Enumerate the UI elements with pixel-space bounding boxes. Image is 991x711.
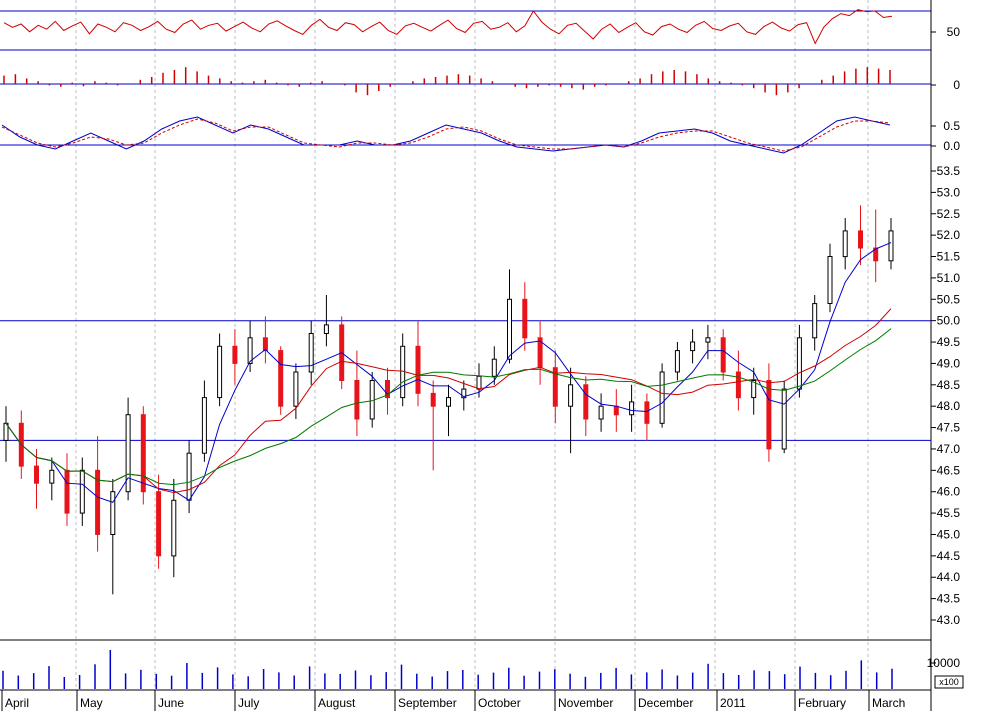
dual-line-oscillator-panel bbox=[1, 116, 891, 154]
candle-body-21 bbox=[323, 324, 329, 334]
osc2-tick-label-05: 0.5 bbox=[943, 119, 960, 133]
candle-body-4 bbox=[64, 469, 70, 514]
candle-body-45 bbox=[690, 341, 696, 352]
candle-body-20 bbox=[308, 333, 314, 373]
month-label-8: December bbox=[638, 696, 693, 710]
price-panel bbox=[0, 205, 931, 595]
price-tick-label-5: 51.0 bbox=[937, 271, 961, 285]
chart-canvas: 50 0 0.5 0.0 53.5 53.0 52.5 52.0 51.5 51.0 50.5 50.… bbox=[0, 0, 964, 711]
candle-body-42 bbox=[644, 401, 650, 424]
candle-body-44 bbox=[674, 350, 680, 373]
candle-body-3 bbox=[49, 469, 55, 484]
candle-body-13 bbox=[201, 397, 207, 454]
candle-body-15 bbox=[232, 345, 238, 364]
candle-body-7 bbox=[110, 491, 116, 536]
candle-body-46 bbox=[705, 337, 711, 343]
hist-tick-label: 0 bbox=[953, 78, 960, 92]
price-tick-label-16: 45.5 bbox=[937, 506, 961, 520]
candle-body-19 bbox=[293, 371, 299, 407]
price-tick-label-18: 44.5 bbox=[937, 549, 961, 563]
price-tick-label-13: 47.0 bbox=[937, 442, 961, 456]
month-label-7: November bbox=[558, 696, 613, 710]
price-tick-label-20: 43.5 bbox=[937, 592, 961, 606]
month-label-10: February bbox=[798, 696, 846, 710]
month-label-11: March bbox=[872, 696, 905, 710]
price-tick-label-6: 50.5 bbox=[937, 292, 961, 306]
month-label-3: July bbox=[238, 696, 259, 710]
candle-body-33 bbox=[507, 298, 512, 360]
panel-frames bbox=[0, 0, 932, 711]
candle-body-56 bbox=[858, 230, 863, 249]
top-oscillator-panel bbox=[3, 9, 893, 45]
month-label-4: August bbox=[318, 696, 356, 710]
candle-body-40 bbox=[613, 405, 619, 416]
month-label-2: June bbox=[158, 696, 184, 710]
price-tick-label-17: 45.0 bbox=[937, 527, 961, 541]
price-tick-label-2: 52.5 bbox=[937, 207, 961, 221]
month-label-5: September bbox=[398, 696, 457, 710]
candle-body-2 bbox=[34, 465, 39, 484]
stock-chart: 50 0 0.5 0.0 53.5 53.0 52.5 52.0 51.5 51.0 50.5 50.… bbox=[0, 0, 991, 711]
candle-body-12 bbox=[186, 452, 192, 501]
candle-body-43 bbox=[659, 371, 665, 424]
candle-body-27 bbox=[415, 345, 421, 394]
candle-body-28 bbox=[430, 392, 436, 407]
osc1-tick-label: 50 bbox=[947, 25, 961, 39]
price-tick-label-9: 49.0 bbox=[937, 356, 961, 370]
candle-body-9 bbox=[140, 414, 146, 493]
vertical-gridlines bbox=[75, 0, 869, 690]
candle-body-10 bbox=[156, 491, 162, 557]
candle-body-53 bbox=[812, 303, 818, 339]
candle-body-41 bbox=[629, 401, 635, 416]
oscillator-signal-line-red-dashed bbox=[1, 118, 891, 152]
x-axis-month-labels: April May June July August September October No… bbox=[1, 690, 905, 711]
volume-unit-label: x100 bbox=[939, 677, 959, 687]
price-tick-label-19: 44.0 bbox=[937, 570, 961, 584]
price-tick-label-1: 53.0 bbox=[937, 185, 961, 199]
osc2-tick-label-00: 0.0 bbox=[943, 139, 960, 153]
month-label-0: April bbox=[5, 696, 29, 710]
price-tick-label-14: 46.5 bbox=[937, 463, 961, 477]
price-tick-label-0: 53.5 bbox=[937, 164, 961, 178]
price-tick-label-12: 47.5 bbox=[937, 421, 961, 435]
month-label-6: October bbox=[478, 696, 521, 710]
oscillator-signal-line-blue bbox=[1, 116, 891, 154]
price-tick-label-21: 43.0 bbox=[937, 613, 961, 627]
candle-body-52 bbox=[796, 337, 802, 390]
candle-body-48 bbox=[735, 371, 741, 399]
candle-body-31 bbox=[476, 375, 482, 390]
price-tick-label-15: 46.0 bbox=[937, 485, 961, 499]
candle-body-18 bbox=[278, 350, 284, 407]
candle-body-47 bbox=[720, 337, 726, 373]
candle-body-55 bbox=[842, 230, 848, 258]
candle-body-29 bbox=[446, 397, 451, 407]
candle-body-51 bbox=[781, 388, 787, 450]
histogram-panel bbox=[3, 67, 891, 96]
month-label-1: May bbox=[80, 696, 103, 710]
price-tick-label-4: 51.5 bbox=[937, 250, 961, 264]
volume-panel bbox=[2, 650, 893, 689]
candle-body-11 bbox=[171, 499, 177, 557]
candle-body-34 bbox=[522, 298, 528, 339]
oscillator-line bbox=[3, 9, 893, 45]
price-tick-label-7: 50.0 bbox=[937, 314, 961, 328]
month-label-9: 2011 bbox=[720, 696, 746, 710]
price-tick-label-8: 49.5 bbox=[937, 335, 961, 349]
y-axis-labels: 50 0 0.5 0.0 53.5 53.0 52.5 52.0 51.5 51.0 50.5 50.… bbox=[927, 25, 964, 689]
volume-tick-label: 10000 bbox=[927, 656, 961, 670]
candle-body-39 bbox=[598, 405, 604, 420]
candle-body-58 bbox=[888, 230, 894, 262]
candle-body-5 bbox=[79, 469, 85, 514]
candle-body-14 bbox=[217, 345, 223, 399]
candle-body-17 bbox=[262, 337, 268, 352]
candle-body-32 bbox=[491, 358, 497, 377]
candle-body-37 bbox=[568, 384, 574, 407]
candle-body-50 bbox=[766, 380, 772, 450]
candle-body-23 bbox=[354, 380, 360, 420]
price-tick-label-3: 52.0 bbox=[937, 228, 961, 242]
candle-body-54 bbox=[827, 256, 833, 304]
candle-body-38 bbox=[583, 384, 589, 420]
price-tick-label-11: 48.0 bbox=[937, 399, 961, 413]
price-tick-label-10: 48.5 bbox=[937, 378, 961, 392]
